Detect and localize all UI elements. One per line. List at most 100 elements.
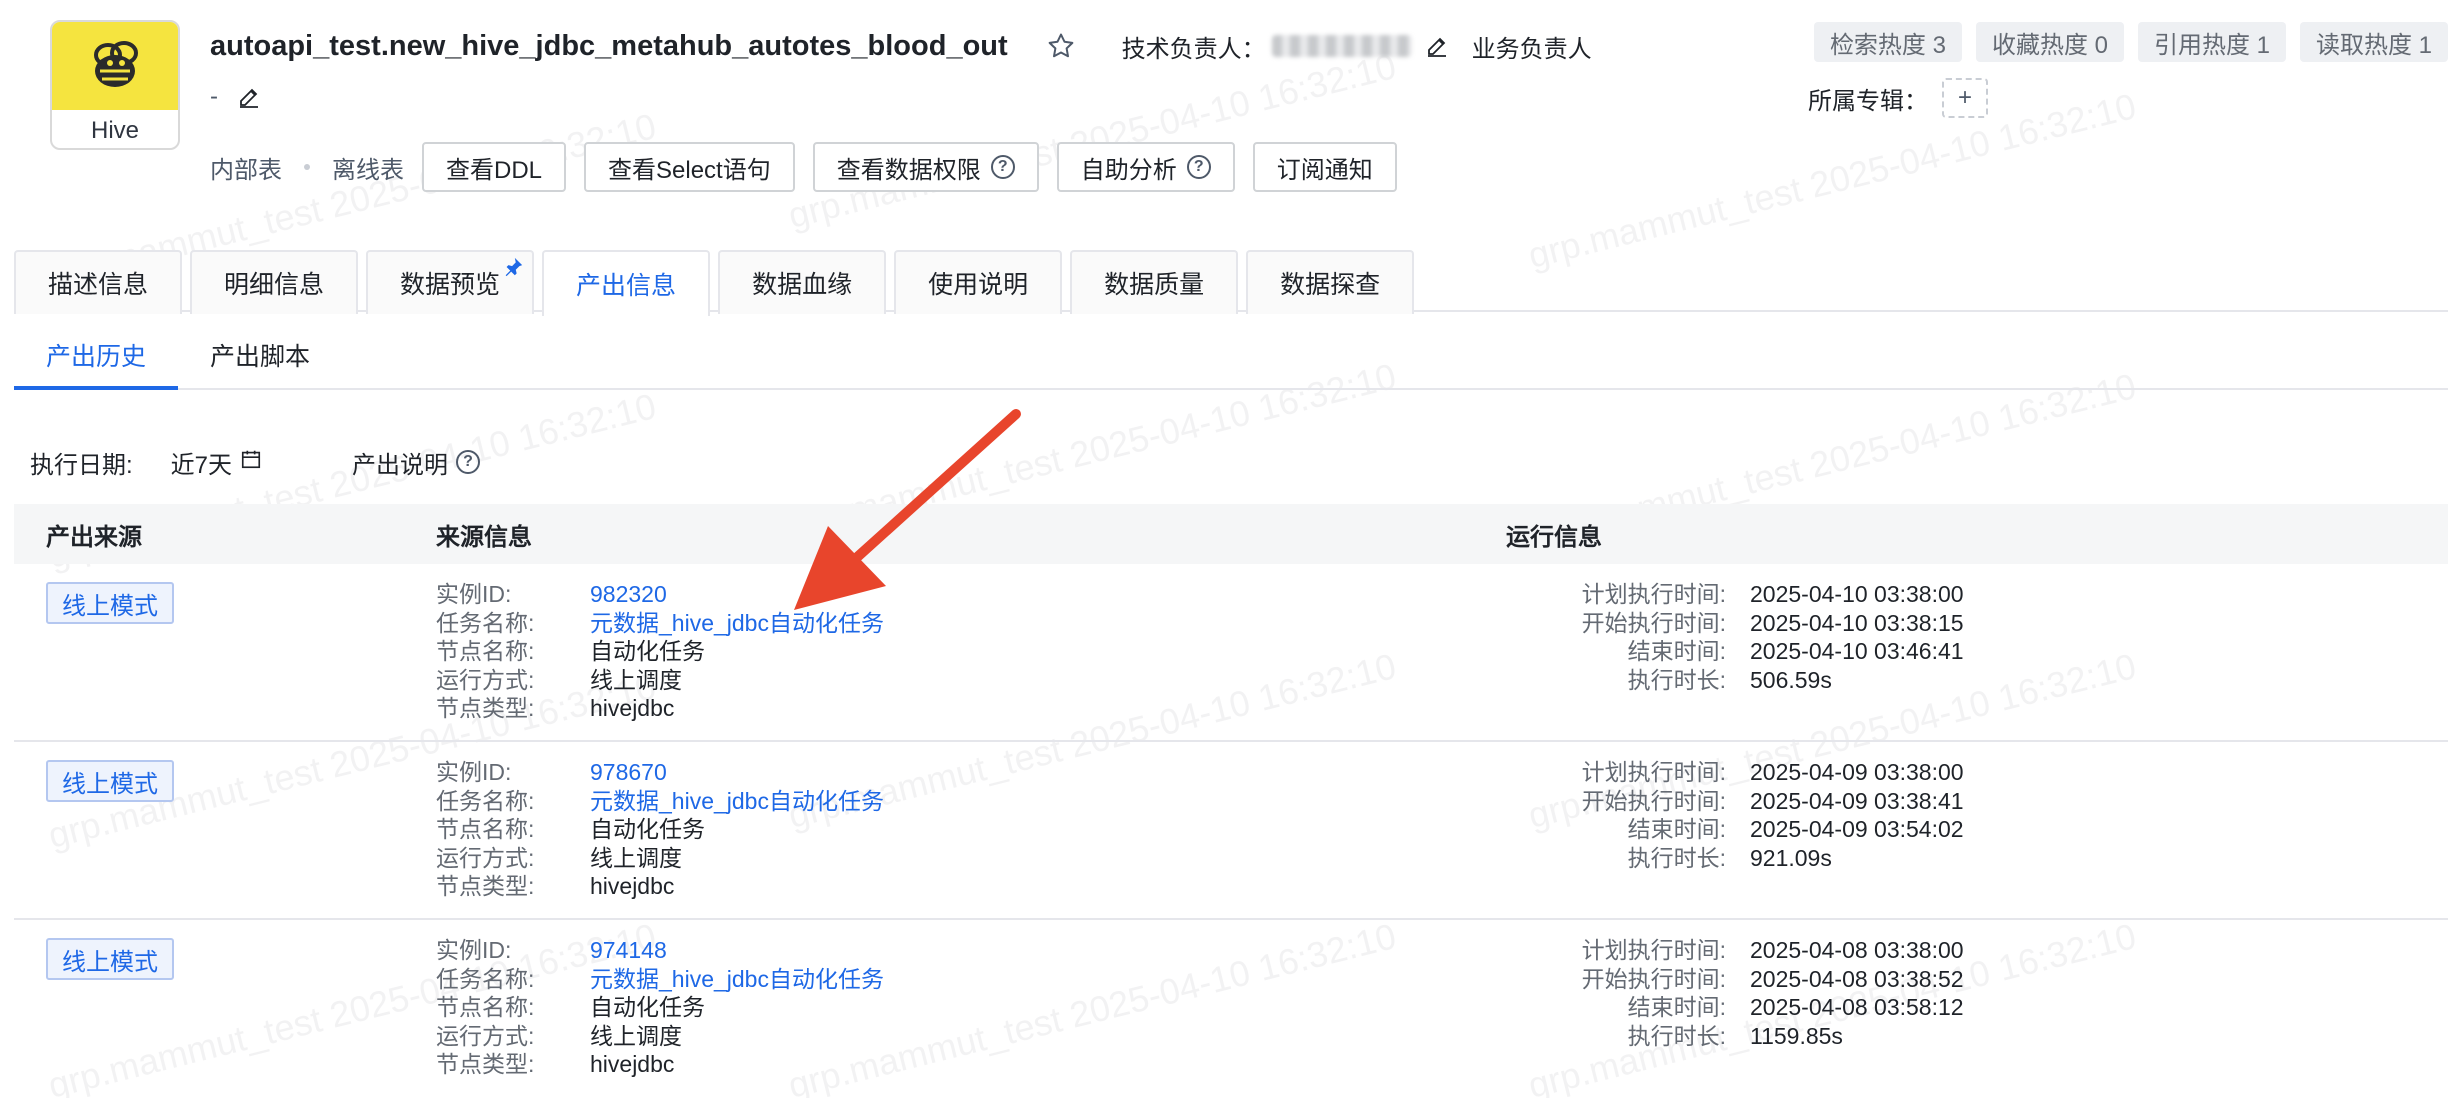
start-time-label: 开始执行时间: xyxy=(1581,965,1726,992)
info-values: 974148 元数据_hive_jdbc自动化任务 自动化任务 线上调度 hiv… xyxy=(590,936,884,1079)
run-labels: 计划执行时间: 开始执行时间: 结束时间: 执行时长: xyxy=(1464,580,1726,694)
view-permission-button[interactable]: 查看数据权限? xyxy=(812,142,1039,192)
header-source: 产出来源 xyxy=(46,523,142,551)
start-time-label: 开始执行时间: xyxy=(1581,609,1726,636)
heat-badges: 检索热度 3 收藏热度 0 引用热度 1 读取热度 1 xyxy=(1813,22,2448,62)
end-time-value: 2025-04-09 03:54:02 xyxy=(1750,816,1964,842)
logo-label: Hive xyxy=(90,117,139,144)
duration-label: 执行时长: xyxy=(1627,666,1726,693)
tab-usage[interactable]: 使用说明 xyxy=(894,250,1063,314)
tab-lineage[interactable]: 数据血缘 xyxy=(718,250,887,314)
end-time-label: 结束时间: xyxy=(1627,638,1726,664)
node-name-value: 自动化任务 xyxy=(590,816,705,842)
help-icon: ? xyxy=(456,450,481,474)
table-row: 线上模式 实例ID: 任务名称: 节点名称: 运行方式: 节点类型: 97414… xyxy=(14,920,2448,1098)
instance-id-link[interactable]: 974148 xyxy=(590,936,884,965)
help-icon: ? xyxy=(990,155,1015,179)
tab-preview-label: 数据预览 xyxy=(400,271,501,299)
topic-label: 所属专辑： xyxy=(1808,87,1928,115)
node-type-label: 节点类型: xyxy=(436,695,535,721)
task-name-link[interactable]: 元数据_hive_jdbc自动化任务 xyxy=(590,965,884,994)
table-row: 线上模式 实例ID: 任务名称: 节点名称: 运行方式: 节点类型: 98232… xyxy=(14,564,2448,742)
start-time-label: 开始执行时间: xyxy=(1581,787,1726,814)
view-ddl-label: 查看DDL xyxy=(446,156,543,184)
node-name-value: 自动化任务 xyxy=(590,638,705,664)
task-name-label: 任务名称: xyxy=(436,787,535,814)
plan-time-label: 计划执行时间: xyxy=(1581,937,1726,963)
table-row: 线上模式 实例ID: 任务名称: 节点名称: 运行方式: 节点类型: 97867… xyxy=(14,742,2448,920)
view-ddl-button[interactable]: 查看DDL xyxy=(422,142,567,192)
info-labels: 实例ID: 任务名称: 节点名称: 运行方式: 节点类型: xyxy=(436,936,534,1079)
filter-bar: 执行日期: 近7天 产出说明 ? xyxy=(30,440,481,484)
edit-description-icon[interactable] xyxy=(236,84,262,110)
header-run: 运行信息 xyxy=(1506,523,1602,551)
hive-bee-icon xyxy=(52,22,178,110)
info-labels: 实例ID: 任务名称: 节点名称: 运行方式: 节点类型: xyxy=(436,580,534,723)
node-name-label: 节点名称: xyxy=(436,994,535,1020)
output-note[interactable]: 产出说明 ? xyxy=(352,445,481,480)
task-name-link[interactable]: 元数据_hive_jdbc自动化任务 xyxy=(590,787,884,816)
node-type-value: hivejdbc xyxy=(590,1051,675,1077)
run-labels: 计划执行时间: 开始执行时间: 结束时间: 执行时长: xyxy=(1464,758,1726,872)
duration-label: 执行时长: xyxy=(1627,1022,1726,1049)
tab-quality[interactable]: 数据质量 xyxy=(1070,250,1239,314)
start-time-value: 2025-04-09 03:38:41 xyxy=(1750,787,1964,814)
tab-description[interactable]: 描述信息 xyxy=(14,250,183,314)
subtab-output-script[interactable]: 产出脚本 xyxy=(178,322,342,388)
help-icon: ? xyxy=(1186,155,1211,179)
node-type-label: 节点类型: xyxy=(436,1051,535,1077)
plan-time-value: 2025-04-08 03:38:00 xyxy=(1750,937,1964,963)
mode-tag: 线上模式 xyxy=(46,760,174,802)
main-tabs: 描述信息 明细信息 数据预览 产出信息 数据血缘 使用说明 数据质量 数据探查 xyxy=(14,248,2448,316)
view-permission-label: 查看数据权限 xyxy=(836,156,981,184)
start-time-value: 2025-04-10 03:38:15 xyxy=(1750,609,1964,636)
run-values: 2025-04-09 03:38:00 2025-04-09 03:38:41 … xyxy=(1750,758,1964,872)
tech-owner-value xyxy=(1271,35,1412,57)
node-type-value: hivejdbc xyxy=(590,695,675,721)
tab-detail[interactable]: 明细信息 xyxy=(190,250,359,314)
self-analysis-button[interactable]: 自助分析? xyxy=(1056,142,1235,192)
plan-time-value: 2025-04-10 03:38:00 xyxy=(1750,581,1964,607)
plan-time-label: 计划执行时间: xyxy=(1581,759,1726,785)
node-name-value: 自动化任务 xyxy=(590,994,705,1020)
view-select-button[interactable]: 查看Select语句 xyxy=(584,142,795,192)
tech-owner-label: 技术负责人： xyxy=(1121,35,1266,63)
duration-value: 506.59s xyxy=(1750,666,1832,693)
start-time-value: 2025-04-08 03:38:52 xyxy=(1750,965,1964,992)
table-header: 产出来源 来源信息 运行信息 xyxy=(14,504,2448,564)
info-values: 978670 元数据_hive_jdbc自动化任务 自动化任务 线上调度 hiv… xyxy=(590,758,884,901)
node-name-label: 节点名称: xyxy=(436,638,535,664)
plan-time-value: 2025-04-09 03:38:00 xyxy=(1750,759,1964,785)
duration-label: 执行时长: xyxy=(1627,844,1726,871)
run-mode-value: 线上调度 xyxy=(590,666,682,693)
end-time-label: 结束时间: xyxy=(1627,816,1726,842)
star-icon[interactable] xyxy=(1044,29,1078,63)
self-analysis-label: 自助分析 xyxy=(1080,156,1177,184)
duration-value: 921.09s xyxy=(1750,844,1832,871)
page-title: autoapi_test.new_hive_jdbc_metahub_autot… xyxy=(210,29,1008,62)
subscribe-button[interactable]: 订阅通知 xyxy=(1252,142,1397,192)
offline-table-tag: 离线表 xyxy=(332,156,404,184)
favorite-heat-badge: 收藏热度 0 xyxy=(1975,22,2124,62)
tab-preview[interactable]: 数据预览 xyxy=(366,250,535,314)
date-filter-label: 执行日期: xyxy=(30,451,133,479)
biz-owner-label: 业务负责人 xyxy=(1471,35,1592,63)
run-mode-value: 线上调度 xyxy=(590,844,682,871)
tab-output[interactable]: 产出信息 xyxy=(542,250,711,316)
date-filter-picker[interactable]: 近7天 xyxy=(171,445,262,480)
edit-owner-icon[interactable] xyxy=(1424,33,1450,59)
tab-explore[interactable]: 数据探查 xyxy=(1246,250,1415,314)
internal-table-tag: 内部表 xyxy=(210,156,282,184)
calendar-icon xyxy=(240,448,262,477)
separator-dot xyxy=(304,164,310,170)
output-history-table: 产出来源 来源信息 运行信息 线上模式 实例ID: 任务名称: 节点名称: 运行… xyxy=(14,504,2448,1098)
output-note-label: 产出说明 xyxy=(352,451,449,479)
instance-id-link[interactable]: 978670 xyxy=(590,758,884,787)
date-filter-value: 近7天 xyxy=(170,451,233,479)
view-select-label: 查看Select语句 xyxy=(608,156,771,184)
add-topic-button[interactable]: + xyxy=(1942,78,1988,118)
run-mode-label: 运行方式: xyxy=(436,1022,535,1049)
duration-value: 1159.85s xyxy=(1750,1022,1843,1049)
subtab-output-history[interactable]: 产出历史 xyxy=(14,322,179,390)
task-name-label: 任务名称: xyxy=(436,965,535,992)
